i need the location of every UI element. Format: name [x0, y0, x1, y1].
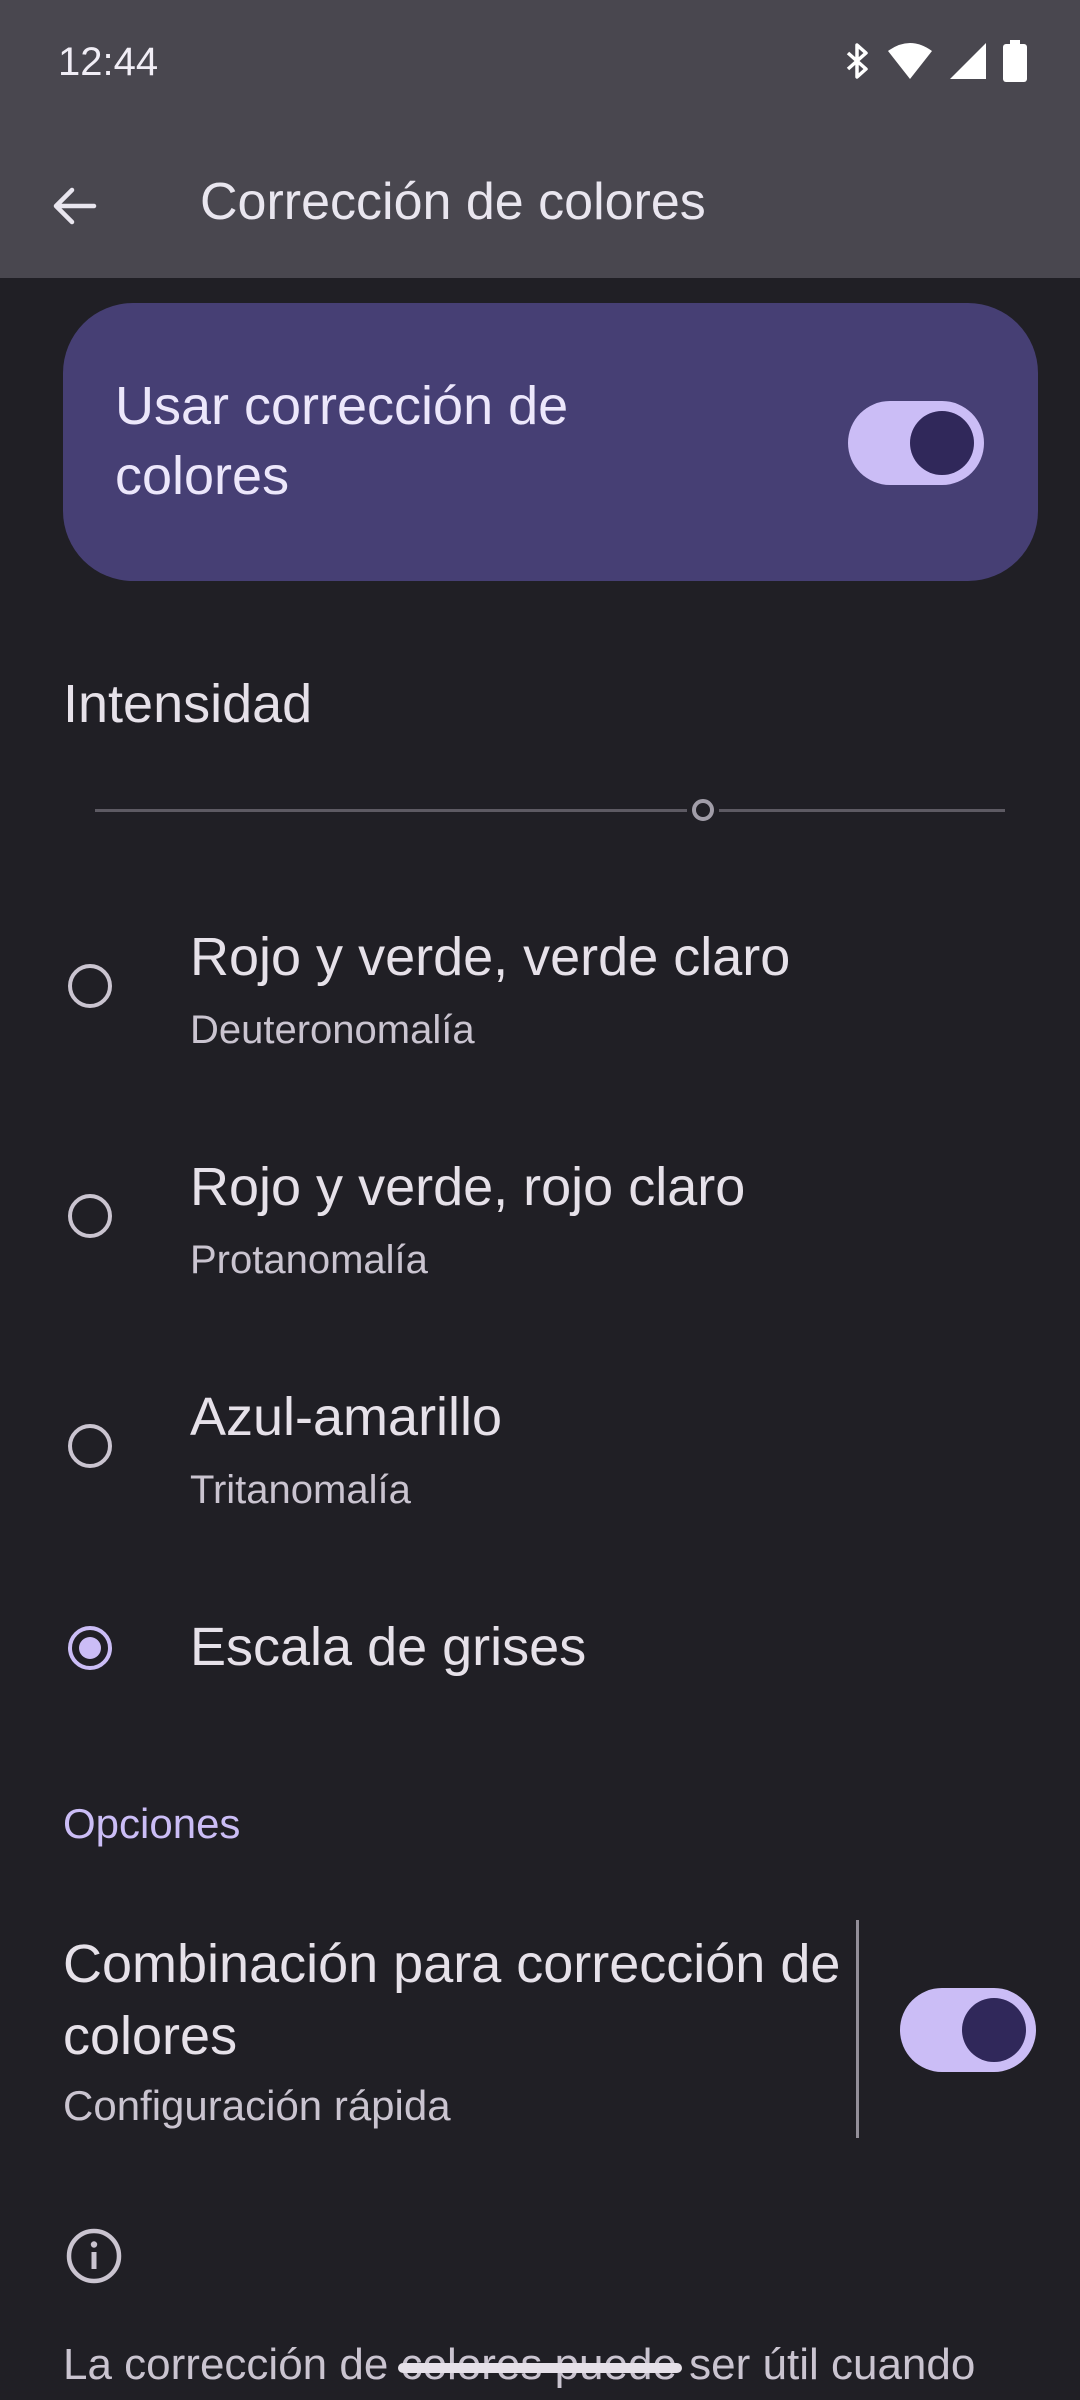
status-time: 12:44	[58, 40, 159, 84]
option-title: Rojo y verde, rojo claro	[190, 1157, 746, 1217]
option-subtitle: Deuteronomalía	[190, 1008, 475, 1052]
radio-button[interactable]	[68, 964, 112, 1008]
slider-track-active	[95, 809, 687, 812]
option-grayscale[interactable]: Escala de grises	[0, 1600, 1080, 1700]
switch-thumb	[962, 1998, 1026, 2062]
back-button[interactable]	[30, 162, 118, 250]
option-title: Escala de grises	[190, 1617, 587, 1677]
section-header-options: Opciones	[63, 1800, 241, 1847]
intensity-slider[interactable]	[95, 790, 1005, 830]
radio-button[interactable]	[68, 1194, 112, 1238]
radio-button[interactable]	[68, 1424, 112, 1468]
slider-handle[interactable]	[692, 799, 714, 821]
info-icon	[66, 2228, 122, 2284]
slider-track-inactive	[719, 809, 1005, 812]
shortcut-toggle-switch[interactable]	[900, 1988, 1036, 2072]
page-title: Corrección de colores	[200, 173, 706, 231]
shortcut-title[interactable]: Combinación para corrección de colores	[63, 1928, 843, 2072]
switch-thumb	[910, 411, 974, 475]
main-toggle-card[interactable]: Usar corrección de colores	[63, 303, 1038, 581]
status-icons	[842, 40, 1028, 82]
option-subtitle: Protanomalía	[190, 1238, 428, 1282]
option-protanomaly[interactable]: Rojo y verde, rojo claro Protanomalía	[0, 1150, 1080, 1310]
back-arrow-icon	[53, 187, 97, 225]
shortcut-subtitle: Configuración rápida	[63, 2082, 451, 2129]
bluetooth-icon	[846, 43, 868, 79]
option-title: Rojo y verde, verde claro	[190, 927, 791, 987]
signal-icon	[950, 43, 986, 79]
intensity-label: Intensidad	[63, 674, 313, 734]
wifi-icon	[888, 43, 932, 79]
radio-button-selected[interactable]	[68, 1626, 112, 1670]
option-title: Azul-amarillo	[190, 1387, 503, 1447]
main-toggle-label: Usar corrección de colores	[115, 376, 569, 506]
option-deuteranomaly[interactable]: Rojo y verde, verde claro Deuteronomalía	[0, 920, 1080, 1080]
battery-icon	[1003, 40, 1027, 82]
vertical-divider	[856, 1920, 859, 2138]
option-tritanomaly[interactable]: Azul-amarillo Tritanomalía	[0, 1380, 1080, 1540]
gesture-navigation-bar[interactable]	[398, 2363, 682, 2373]
main-toggle-switch[interactable]	[848, 401, 984, 485]
option-subtitle: Tritanomalía	[190, 1468, 411, 1512]
